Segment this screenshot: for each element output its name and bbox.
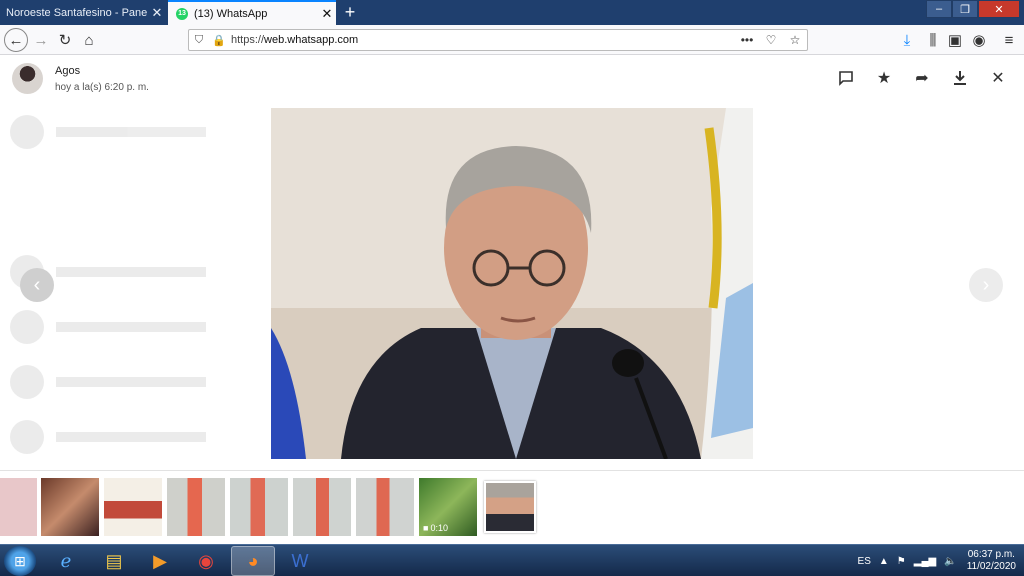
sender-time: hoy a la(s) 6:20 p. m. (55, 82, 149, 93)
clock-time: 06:37 p.m. (967, 549, 1015, 560)
clock[interactable]: 06:37 p.m. 11/02/2020 (967, 549, 1016, 573)
show-hidden-icons-icon[interactable]: ▲ (879, 556, 889, 567)
tab-whatsapp[interactable]: 13 (13) WhatsApp ✕ (168, 0, 336, 25)
lock-icon[interactable]: 🔒 (209, 34, 229, 47)
avatar[interactable] (12, 63, 43, 94)
close-window-button[interactable]: ✕ (978, 0, 1020, 18)
home-button[interactable]: ⌂ (78, 29, 100, 51)
forward-button[interactable]: → (30, 29, 52, 51)
minimize-button[interactable]: – (926, 0, 952, 18)
menu-icon[interactable]: ≡ (998, 29, 1020, 51)
media-thumbnail[interactable] (167, 478, 225, 536)
window-controls: – ❐ ✕ (926, 0, 1020, 18)
restore-button[interactable]: ❐ (952, 0, 978, 18)
media-thumbnail[interactable] (104, 478, 162, 536)
download-icon[interactable] (948, 66, 972, 90)
file-explorer-icon[interactable]: ▤ (92, 546, 136, 576)
forward-icon[interactable]: ➦ (910, 66, 934, 90)
firefox-icon[interactable]: ◕ (231, 546, 275, 576)
sender-name: Agos (55, 65, 81, 77)
network-icon[interactable]: ▂▄▆ (914, 556, 936, 567)
selected-media-thumbnail[interactable] (484, 481, 536, 533)
media-thumbnail[interactable] (0, 478, 37, 536)
tab-title: Noroeste Santafesino - Panel de Ad (6, 6, 148, 19)
language-indicator[interactable]: ES (858, 556, 871, 567)
viewer-header: Agos hoy a la(s) 6:20 p. m. ★ ➦ ✕ (0, 56, 1024, 102)
new-tab-button[interactable]: + (338, 0, 362, 25)
account-icon[interactable]: ◉ (968, 29, 990, 51)
bookmark-star-icon[interactable]: ☆ (783, 33, 807, 47)
url-bar[interactable]: ⛉ 🔒 https://web.whatsapp.com ••• ♡ ☆ (188, 29, 808, 51)
media-thumbnail[interactable] (230, 478, 288, 536)
close-icon[interactable]: ✕ (318, 6, 336, 22)
video-camera-icon: ■ (423, 523, 429, 533)
video-thumbnail[interactable]: ■ 0:10 (419, 478, 477, 536)
back-button[interactable]: ← (4, 28, 28, 52)
action-center-icon[interactable]: ⚑ (897, 556, 906, 567)
reload-button[interactable]: ↻ (54, 29, 76, 51)
tab-title: (13) WhatsApp (194, 7, 268, 20)
downloads-icon[interactable]: ⤓ (896, 29, 918, 51)
pocket-icon[interactable]: ♡ (759, 33, 783, 47)
close-icon[interactable]: ✕ (148, 5, 166, 21)
message-icon[interactable] (834, 66, 858, 90)
whatsapp-icon: 13 (176, 7, 188, 20)
system-tray: ES ▲ ⚑ ▂▄▆ 🔈 06:37 p.m. 11/02/2020 (854, 545, 1024, 576)
volume-icon[interactable]: 🔈 (944, 556, 956, 567)
word-icon[interactable]: W (278, 546, 322, 576)
media-photo (271, 108, 753, 459)
media-thumbnail[interactable] (41, 478, 99, 536)
url-text[interactable]: https://web.whatsapp.com (229, 34, 735, 46)
sidebar-icon[interactable]: ▣ (944, 29, 966, 51)
taskbar: ⊞ ℯ ▤ ▶ ◉ ◕ W ES ▲ ⚑ ▂▄▆ 🔈 06:37 p.m. 11… (0, 544, 1024, 576)
internet-explorer-icon[interactable]: ℯ (44, 546, 88, 576)
library-icon[interactable]: ⫼ (922, 29, 944, 51)
close-icon[interactable]: ✕ (986, 66, 1010, 90)
media-thumbnail-strip: ■ 0:10 (0, 470, 1024, 544)
start-button[interactable]: ⊞ (4, 546, 36, 576)
previous-media-button[interactable]: ‹ (20, 268, 54, 302)
next-media-button[interactable]: › (969, 268, 1003, 302)
media-player-icon[interactable]: ▶ (138, 546, 182, 576)
tab-panel[interactable]: Noroeste Santafesino - Panel de Ad ✕ (0, 0, 166, 25)
browser-navbar: ← → ↻ ⌂ ⛉ 🔒 https://web.whatsapp.com •••… (0, 25, 1024, 55)
page-actions-icon[interactable]: ••• (735, 33, 759, 47)
media-thumbnail[interactable] (293, 478, 351, 536)
media-viewer: Agos hoy a la(s) 6:20 p. m. ★ ➦ ✕ ‹ › ■ … (0, 56, 1024, 544)
media-thumbnail[interactable] (356, 478, 414, 536)
star-icon[interactable]: ★ (872, 66, 896, 90)
viewer-actions: ★ ➦ ✕ (834, 66, 1010, 90)
clock-date: 11/02/2020 (966, 561, 1016, 572)
shield-icon[interactable]: ⛉ (189, 34, 209, 47)
browser-titlebar: Noroeste Santafesino - Panel de Ad ✕ 13 … (0, 0, 1024, 25)
chrome-icon[interactable]: ◉ (184, 546, 228, 576)
video-duration: ■ 0:10 (423, 523, 448, 533)
